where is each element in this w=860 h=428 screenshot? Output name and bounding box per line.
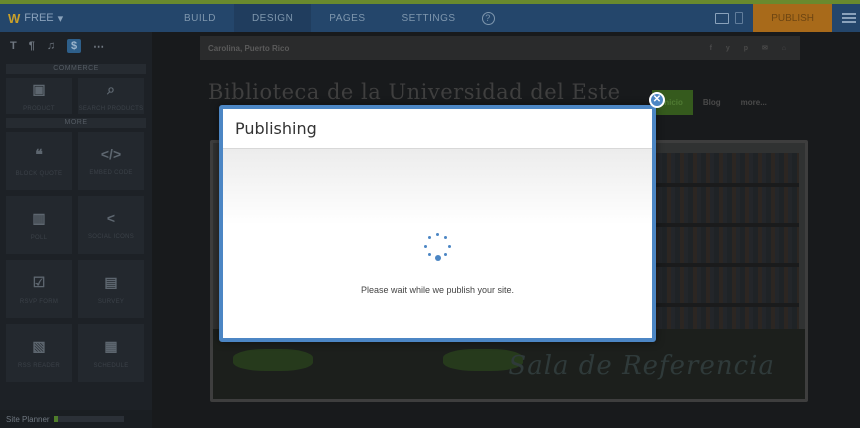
commerce-heading: COMMERCE: [6, 64, 146, 74]
nav-more[interactable]: more...: [731, 90, 777, 115]
more-grid: ❝ BLOCK QUOTE </> EMBED CODE ▥ POLL < SO…: [0, 132, 152, 382]
spinner-dot: [444, 236, 448, 239]
spinner-dot: [448, 244, 451, 248]
desktop-icon[interactable]: [715, 12, 730, 24]
element-survey[interactable]: ▤ SURVEY: [78, 260, 144, 318]
product-icon: ▣: [32, 80, 46, 97]
mobile-icon[interactable]: [735, 12, 744, 24]
title-icon[interactable]: T: [10, 40, 17, 52]
banner-caption: Sala de Referencia: [508, 351, 775, 381]
help-icon: ?: [481, 11, 495, 25]
schedule-icon: ▦: [104, 337, 118, 354]
more-icon[interactable]: ⋯: [93, 40, 104, 53]
poll-icon: ▥: [32, 209, 46, 226]
spinner-dot: [436, 232, 439, 236]
site-planner-progress: [53, 416, 124, 422]
commerce-grid: ▣ PRODUCT ⌕ SEARCH PRODUCTS: [0, 78, 152, 114]
topbar-actions: PUBLISH: [715, 4, 860, 32]
element-label: BLOCK QUOTE: [15, 170, 63, 177]
publishing-dialog: Publishing Please wait while we publish …: [219, 105, 656, 342]
element-rss-reader[interactable]: ▧ RSS READER: [6, 324, 72, 382]
spinner-dot: [444, 252, 448, 256]
dialog-title: Publishing: [235, 119, 317, 138]
quote-icon: ❝: [35, 145, 43, 162]
element-social-icons[interactable]: < SOCIAL ICONS: [78, 196, 144, 254]
site-planner-label: Site Planner: [6, 414, 50, 424]
element-label: RSS READER: [17, 362, 60, 369]
editor-topbar: W FREE ▾ BUILD DESIGN PAGES SETTINGS ? P…: [0, 0, 860, 32]
more-heading: MORE: [6, 118, 146, 128]
tab-pages[interactable]: PAGES: [311, 4, 383, 32]
loading-spinner-icon: [422, 230, 454, 262]
elements-sidebar: T ¶ ♫ $ ⋯ COMMERCE ▣ PRODUCT ⌕ SEARCH PR…: [0, 32, 152, 428]
brand-menu[interactable]: W FREE ▾: [0, 4, 158, 32]
spinner-dot: [427, 236, 431, 239]
paragraph-icon[interactable]: ¶: [29, 40, 35, 52]
element-label: EMBED CODE: [89, 170, 133, 176]
spinner-dot: [427, 252, 431, 256]
chair-image: [233, 349, 313, 371]
element-search-products[interactable]: ⌕ SEARCH PRODUCTS: [78, 78, 144, 114]
element-label: PRODUCT: [23, 105, 55, 112]
element-label: SOCIAL ICONS: [87, 234, 135, 240]
rss-icon: ▧: [32, 337, 46, 354]
site-header-bar: Carolina, Puerto Rico f y p ✉ ⌂: [200, 36, 800, 60]
publish-status-message: Please wait while we publish your site.: [360, 285, 515, 295]
tab-build[interactable]: BUILD: [166, 4, 234, 32]
nav-blog[interactable]: Blog: [693, 90, 731, 115]
bookshelf-image: [649, 153, 799, 343]
element-label: SEARCH PRODUCTS: [78, 105, 144, 112]
social-icons: f y p ✉ ⌂: [709, 45, 792, 52]
search-products-icon: ⌕: [107, 80, 115, 97]
tab-settings[interactable]: SETTINGS: [384, 4, 474, 32]
plan-label: FREE: [24, 12, 54, 24]
dialog-body: Please wait while we publish your site.: [223, 149, 652, 338]
audio-icon[interactable]: ♫: [47, 40, 55, 52]
dialog-header: Publishing: [223, 109, 652, 149]
element-label: SURVEY: [97, 298, 125, 305]
element-label: SCHEDULE: [93, 362, 129, 369]
site-location: Carolina, Puerto Rico: [208, 43, 290, 53]
element-embed-code[interactable]: </> EMBED CODE: [78, 132, 144, 190]
survey-icon: ▤: [104, 273, 118, 290]
element-schedule[interactable]: ▦ SCHEDULE: [78, 324, 144, 382]
element-poll[interactable]: ▥ POLL: [6, 196, 72, 254]
code-icon: </>: [100, 146, 122, 162]
spinner-dot: [424, 244, 427, 248]
element-rsvp-form[interactable]: ☑ RSVP FORM: [6, 260, 72, 318]
element-product[interactable]: ▣ PRODUCT: [6, 78, 72, 114]
weebly-logo-icon: W: [8, 10, 21, 26]
element-category-bar: T ¶ ♫ $ ⋯: [0, 32, 152, 60]
chevron-down-icon: ▾: [57, 12, 64, 25]
share-icon: <: [106, 210, 116, 226]
editor-tabs: BUILD DESIGN PAGES SETTINGS ?: [166, 4, 503, 32]
site-nav: Inicio Blog more...: [652, 90, 777, 115]
spinner-dot: [434, 255, 441, 261]
site-planner[interactable]: Site Planner: [0, 410, 152, 428]
element-block-quote[interactable]: ❝ BLOCK QUOTE: [6, 132, 72, 190]
element-label: POLL: [30, 234, 48, 241]
tab-design[interactable]: DESIGN: [233, 4, 312, 32]
site-title: Biblioteca de la Universidad del Este: [208, 80, 621, 104]
element-label: RSVP FORM: [19, 298, 59, 305]
menu-icon[interactable]: [842, 13, 856, 23]
close-icon[interactable]: ✕: [649, 92, 665, 108]
rsvp-icon: ☑: [32, 273, 46, 290]
dollar-icon[interactable]: $: [67, 39, 82, 53]
help-button[interactable]: ?: [474, 4, 503, 32]
publish-button[interactable]: PUBLISH: [753, 4, 832, 32]
